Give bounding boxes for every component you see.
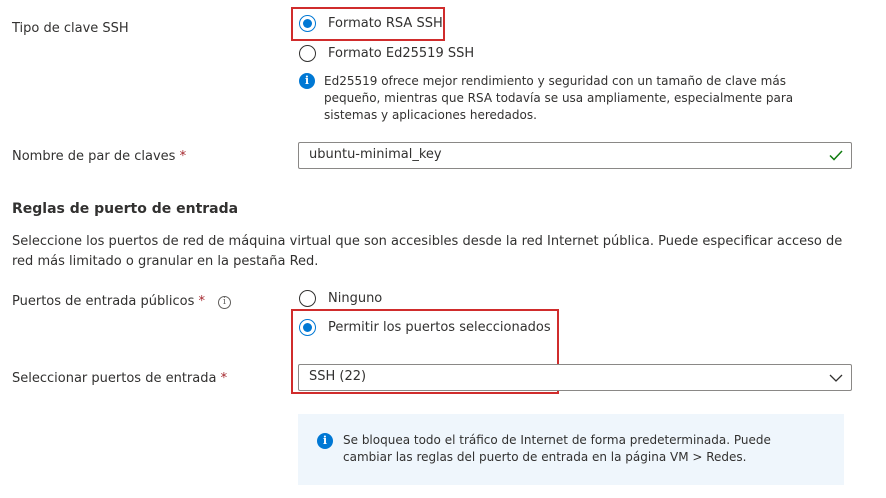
public-ports-label-text: Puertos de entrada públicos <box>12 294 195 309</box>
public-ports-label: Puertos de entrada públicos * <box>12 294 205 309</box>
radio-ed25519-ssh-label[interactable]: Formato Ed25519 SSH <box>328 46 474 61</box>
select-ports-dropdown[interactable]: SSH (22) <box>298 364 852 391</box>
notice-box: i Se bloquea todo el tráfico de Internet… <box>298 414 844 485</box>
inbound-rules-description: Seleccione los puertos de red de máquina… <box>12 234 843 269</box>
select-ports-value[interactable]: SSH (22) <box>309 369 366 384</box>
ssh-key-type-label: Tipo de clave SSH <box>12 21 129 36</box>
select-ports-label: Seleccionar puertos de entrada * <box>12 371 227 386</box>
tooltip-info-icon[interactable]: i <box>218 296 231 309</box>
ssh-key-info-text: Ed25519 ofrece mejor rendimiento y segur… <box>324 74 794 122</box>
radio-allow-selected-ports[interactable] <box>299 319 316 336</box>
chevron-down-icon[interactable] <box>829 374 843 382</box>
required-mark: * <box>198 294 206 309</box>
required-mark: * <box>179 149 187 164</box>
radio-rsa-ssh-label[interactable]: Formato RSA SSH <box>328 16 443 31</box>
radio-ninguno[interactable] <box>299 290 316 307</box>
section-title-inbound-rules: Reglas de puerto de entrada <box>12 201 239 217</box>
notice-text: Se bloquea todo el tráfico de Internet d… <box>343 433 771 464</box>
key-pair-name-label: Nombre de par de claves * <box>12 149 186 164</box>
radio-ninguno-label[interactable]: Ninguno <box>328 291 382 306</box>
radio-rsa-ssh[interactable] <box>299 15 316 32</box>
info-icon: i <box>299 73 315 89</box>
radio-allow-selected-ports-label[interactable]: Permitir los puertos seleccionados <box>328 320 551 335</box>
radio-ed25519-ssh[interactable] <box>299 45 316 62</box>
key-pair-name-input[interactable]: ubuntu-minimal_key <box>298 142 852 169</box>
required-mark: * <box>220 371 228 386</box>
checkmark-icon <box>829 150 843 161</box>
select-ports-label-text: Seleccionar puertos de entrada <box>12 371 217 386</box>
key-pair-name-label-text: Nombre de par de claves <box>12 149 176 164</box>
key-pair-name-value[interactable]: ubuntu-minimal_key <box>309 147 442 162</box>
info-icon: i <box>317 433 333 449</box>
